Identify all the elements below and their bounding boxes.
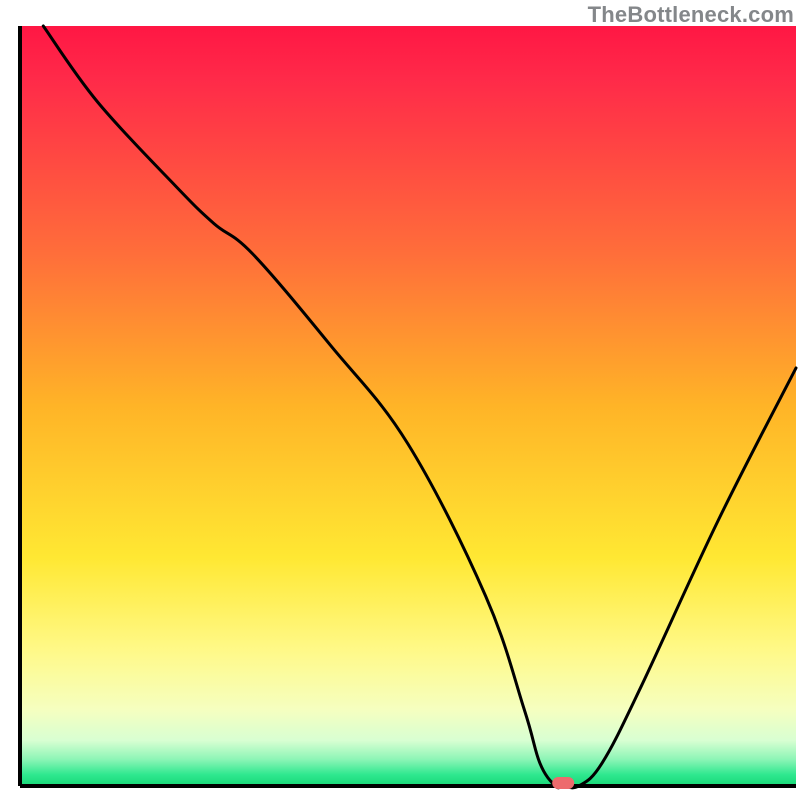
watermark-label: TheBottleneck.com bbox=[588, 2, 794, 28]
chart-canvas bbox=[0, 0, 800, 800]
optimum-marker bbox=[552, 777, 574, 789]
gradient-background bbox=[20, 26, 796, 786]
bottleneck-chart: TheBottleneck.com bbox=[0, 0, 800, 800]
plot-area bbox=[20, 26, 796, 789]
